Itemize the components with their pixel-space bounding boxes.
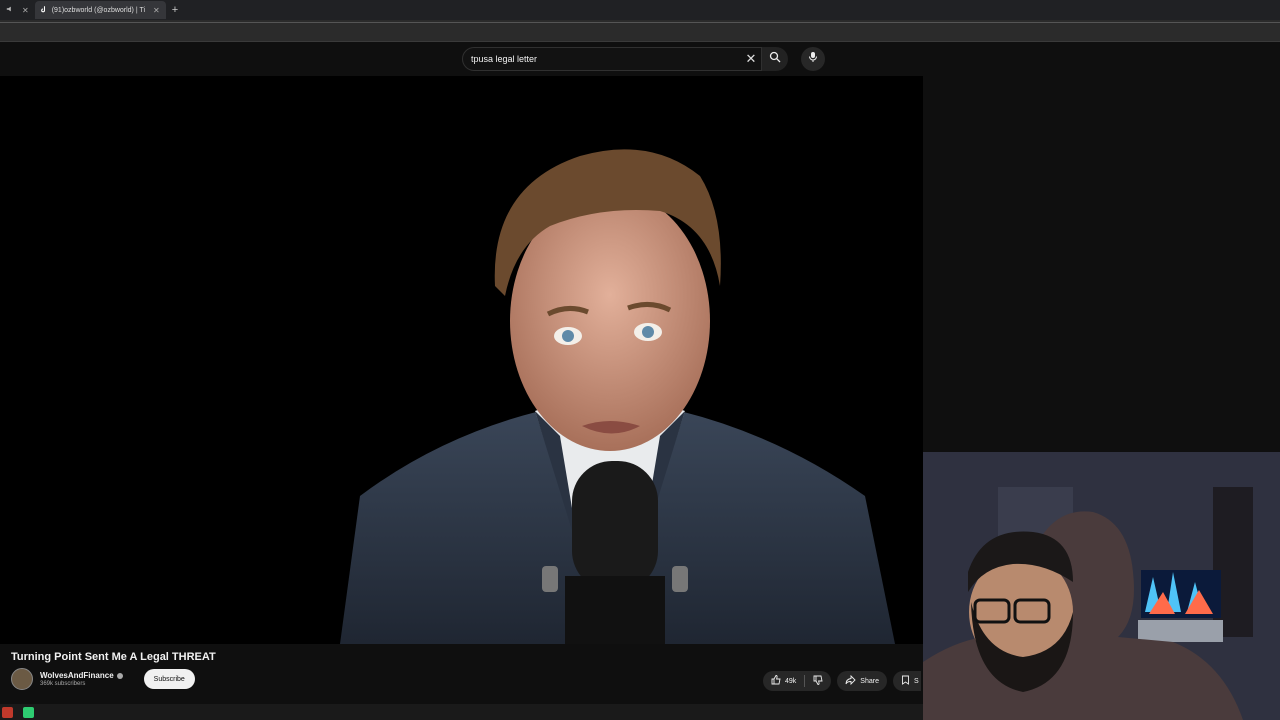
close-icon[interactable]: ✕ xyxy=(153,6,160,15)
search-icon xyxy=(769,50,781,68)
divider xyxy=(0,22,1280,23)
webcam-frame xyxy=(923,452,1280,720)
news-app-icon[interactable] xyxy=(2,706,13,718)
tab-label: (91)ozbworld (@ozbworld) | Ti xyxy=(51,6,146,14)
channel-name[interactable]: WolvesAndFinance xyxy=(40,671,114,680)
save-button[interactable]: S xyxy=(892,671,921,691)
plus-icon[interactable]: + xyxy=(172,4,178,16)
dislike-button[interactable] xyxy=(805,675,831,687)
close-icon[interactable]: ✕ xyxy=(22,6,29,15)
subscribe-button[interactable]: Subscribe xyxy=(143,669,195,689)
voice-search-button[interactable] xyxy=(801,47,825,71)
app-icon[interactable] xyxy=(23,706,34,718)
video-player[interactable] xyxy=(0,76,923,644)
youtube-header: tpusa legal letter ✕ xyxy=(0,42,1280,76)
like-count: 49k xyxy=(785,677,797,685)
verified-icon xyxy=(116,672,123,679)
search-box[interactable]: tpusa legal letter ✕ xyxy=(462,47,762,71)
channel-row: WolvesAndFinance 369k subscribers Subscr… xyxy=(11,668,195,690)
webcam-overlay xyxy=(923,452,1280,720)
share-button[interactable]: Share xyxy=(837,671,887,691)
mic-icon xyxy=(808,50,818,68)
share-label: Share xyxy=(860,677,879,685)
speaker-icon[interactable] xyxy=(6,5,14,15)
clear-icon[interactable]: ✕ xyxy=(741,51,761,67)
save-label: S xyxy=(913,677,919,685)
video-actions: 49k Share S xyxy=(763,671,921,691)
subscriber-count: 369k subscribers xyxy=(40,681,86,687)
like-dislike-group: 49k xyxy=(763,671,832,691)
like-button[interactable]: 49k xyxy=(763,675,804,687)
avatar[interactable] xyxy=(11,668,33,690)
like-icon xyxy=(771,675,781,687)
taskbar xyxy=(0,704,923,720)
tab-muted[interactable]: ✕ xyxy=(0,1,35,19)
video-info: Turning Point Sent Me A Legal THREAT Wol… xyxy=(0,644,923,704)
search-button[interactable] xyxy=(762,47,788,71)
share-icon xyxy=(845,674,856,687)
save-icon xyxy=(901,675,910,687)
tab-tiktok[interactable]: (91)ozbworld (@ozbworld) | Ti ✕ xyxy=(34,1,166,19)
dislike-icon xyxy=(813,675,823,687)
search-input[interactable]: tpusa legal letter xyxy=(471,54,741,64)
channel-info: WolvesAndFinance 369k subscribers xyxy=(40,671,123,687)
address-bar xyxy=(0,20,1280,42)
video-frame-speaker xyxy=(340,149,895,644)
browser-tab-bar: ✕ (91)ozbworld (@ozbworld) | Ti ✕ + xyxy=(0,0,1280,20)
channel-name-row: WolvesAndFinance xyxy=(40,671,123,680)
video-title: Turning Point Sent Me A Legal THREAT xyxy=(11,651,216,663)
tiktok-icon xyxy=(40,5,48,15)
